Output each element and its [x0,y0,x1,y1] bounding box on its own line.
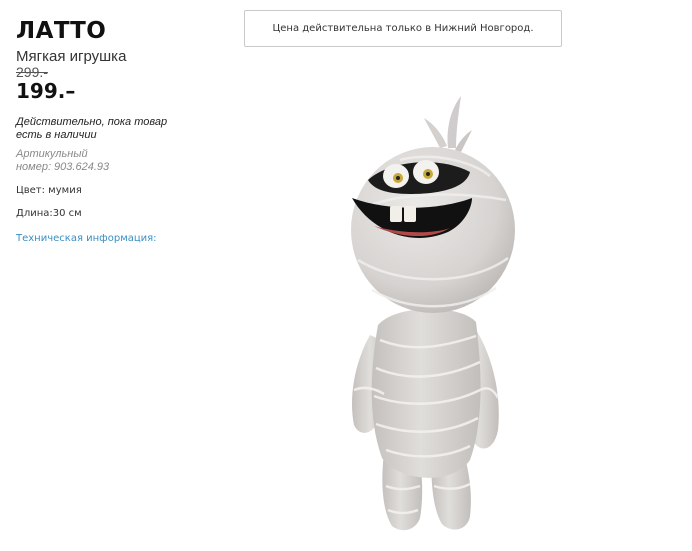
mummy-plush-toy-icon [351,96,515,531]
article-number-value: номер: 903.624.93 [16,161,110,173]
technical-info-link[interactable]: Техническая информация: [16,233,157,244]
current-price: 199.– [16,79,76,103]
old-price: 299.- [16,64,48,80]
product-title: ЛАТТО [16,18,107,44]
product-color: Цвет: мумия [16,185,82,196]
product-length: Длина:30 см [16,208,82,219]
product-info: ЛАТТО Мягкая игрушка 299.- 199.– Действи… [16,18,216,246]
price-region-notice-text: Цена действительна только в Нижний Новго… [272,23,534,34]
article-number-label: Артикульный [16,148,88,160]
price-region-notice: Цена действительна только в Нижний Новго… [244,10,562,47]
article-number: Артикульный номер: 903.624.93 [16,148,216,174]
product-type: Мягкая игрушка [16,48,127,65]
product-image [330,90,530,540]
availability-note: Действительно, пока товар есть в наличии [16,116,168,141]
